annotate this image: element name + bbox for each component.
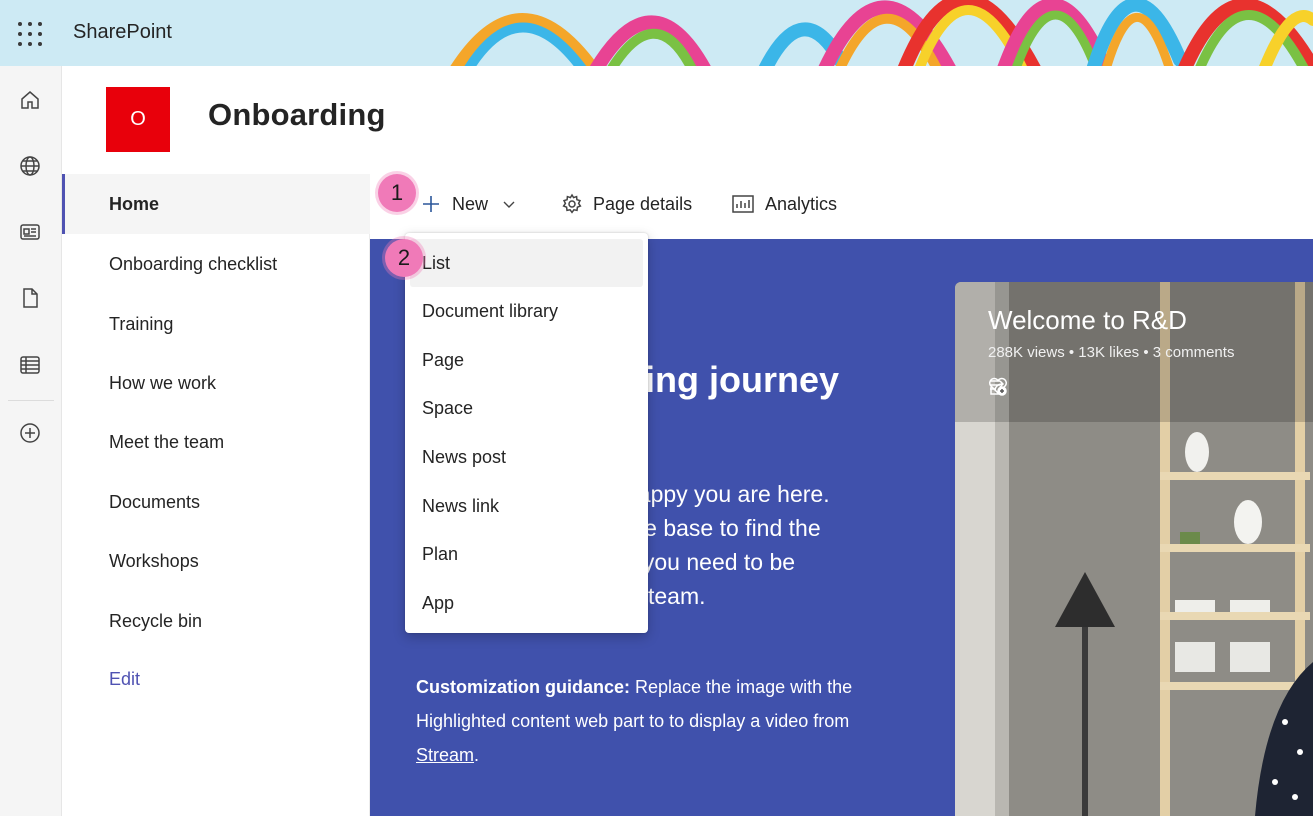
new-button[interactable]: New	[420, 186, 516, 222]
menu-item-space[interactable]: Space	[405, 384, 648, 432]
hero-body: happy you are here. me base to find the …	[625, 477, 955, 613]
menu-item-page[interactable]: Page	[405, 336, 648, 384]
add-circle-icon[interactable]	[17, 420, 43, 446]
list-icon[interactable]	[17, 352, 43, 378]
step-badge-1: 1	[378, 174, 416, 212]
app-launcher-icon[interactable]	[18, 22, 42, 46]
guidance-text: Replace the image with the	[630, 677, 853, 697]
nav-item-label: Workshops	[109, 550, 199, 571]
nav-item-label: Home	[109, 193, 160, 214]
nav-item-workshops[interactable]: Workshops	[62, 531, 370, 591]
nav-item-training[interactable]: Training	[62, 294, 370, 354]
nav-item-label: Meet the team	[109, 431, 225, 452]
left-navigation: Home Onboarding checklist Training How w…	[62, 174, 370, 816]
suite-header: SharePoint	[0, 0, 1313, 66]
menu-item-list[interactable]: List	[410, 239, 643, 287]
chevron-down-icon	[502, 197, 516, 211]
hero-body-line: happy you are here.	[625, 481, 830, 507]
video-thumbnail	[955, 282, 1313, 816]
hero-body-line: me base to find the	[625, 515, 821, 541]
file-icon[interactable]	[17, 285, 43, 311]
globe-icon[interactable]	[17, 153, 43, 179]
nav-item-recycle-bin[interactable]: Recycle bin	[62, 591, 370, 651]
video-title[interactable]: Welcome to R&D	[988, 305, 1187, 336]
menu-item-news-link[interactable]: News link	[405, 482, 648, 530]
new-button-label: New	[452, 193, 489, 214]
menu-item-label: App	[422, 592, 455, 613]
share-icon[interactable]	[990, 377, 1094, 399]
gear-icon	[561, 193, 583, 215]
header-rainbow-decoration	[450, 0, 1313, 66]
nav-item-label: Onboarding checklist	[109, 253, 278, 274]
appbar-divider	[8, 400, 54, 401]
menu-item-news-post[interactable]: News post	[405, 433, 648, 481]
guidance-period: .	[474, 745, 480, 765]
menu-item-label: Plan	[422, 543, 459, 564]
page-details-button[interactable]: Page details	[561, 186, 692, 222]
menu-item-label: List	[422, 252, 451, 273]
step-badge-2: 2	[385, 239, 423, 277]
page-details-label: Page details	[593, 193, 693, 214]
nav-item-documents[interactable]: Documents	[62, 472, 370, 532]
nav-item-onboarding-checklist[interactable]: Onboarding checklist	[62, 234, 370, 294]
analytics-icon	[731, 193, 755, 215]
hero-body-line: s you need to be	[625, 549, 796, 575]
menu-item-label: Page	[422, 349, 465, 370]
nav-item-how-we-work[interactable]: How we work	[62, 353, 370, 413]
site-logo[interactable]: O	[106, 87, 170, 152]
home-icon[interactable]	[17, 87, 43, 113]
nav-edit-label: Edit	[109, 668, 141, 689]
nav-item-label: Documents	[109, 491, 201, 512]
guidance-label: Customization guidance:	[416, 677, 631, 697]
app-name[interactable]: SharePoint	[73, 21, 172, 44]
menu-item-document-library[interactable]: Document library	[405, 287, 648, 335]
nav-item-home[interactable]: Home	[62, 174, 370, 234]
hero-body-line: w team.	[625, 583, 706, 609]
menu-item-plan[interactable]: Plan	[405, 530, 648, 578]
nav-item-label: How we work	[109, 372, 217, 393]
guidance-text: Highlighted content web part to to displ…	[416, 711, 850, 731]
add-to-playlist-icon[interactable]	[990, 377, 1052, 399]
video-stats: 288K views • 13K likes • 3 comments	[988, 344, 1235, 361]
site-title[interactable]: Onboarding	[208, 97, 386, 133]
video-card[interactable]: Welcome to R&D 288K views • 13K likes • …	[955, 282, 1313, 816]
customization-guidance: Customization guidance: Replace the imag…	[416, 670, 916, 772]
nav-item-label: Recycle bin	[109, 610, 203, 631]
analytics-label: Analytics	[765, 193, 838, 214]
nav-item-label: Training	[109, 313, 174, 334]
analytics-button[interactable]: Analytics	[731, 186, 837, 222]
new-dropdown-menu: List Document library Page Space News po…	[405, 233, 648, 633]
hero-heading: ing journey	[645, 359, 840, 400]
news-icon[interactable]	[17, 219, 43, 245]
video-actions	[988, 377, 1094, 399]
nav-item-meet-the-team[interactable]: Meet the team	[62, 412, 370, 472]
menu-item-label: Space	[422, 397, 474, 418]
menu-item-label: News link	[422, 495, 500, 516]
menu-item-label: News post	[422, 446, 507, 467]
menu-item-label: Document library	[422, 300, 559, 321]
plus-icon	[420, 193, 442, 215]
app-bar	[0, 66, 62, 816]
nav-edit-link[interactable]: Edit	[62, 649, 370, 709]
stream-link[interactable]: Stream	[416, 745, 474, 765]
menu-item-app[interactable]: App	[405, 579, 648, 627]
